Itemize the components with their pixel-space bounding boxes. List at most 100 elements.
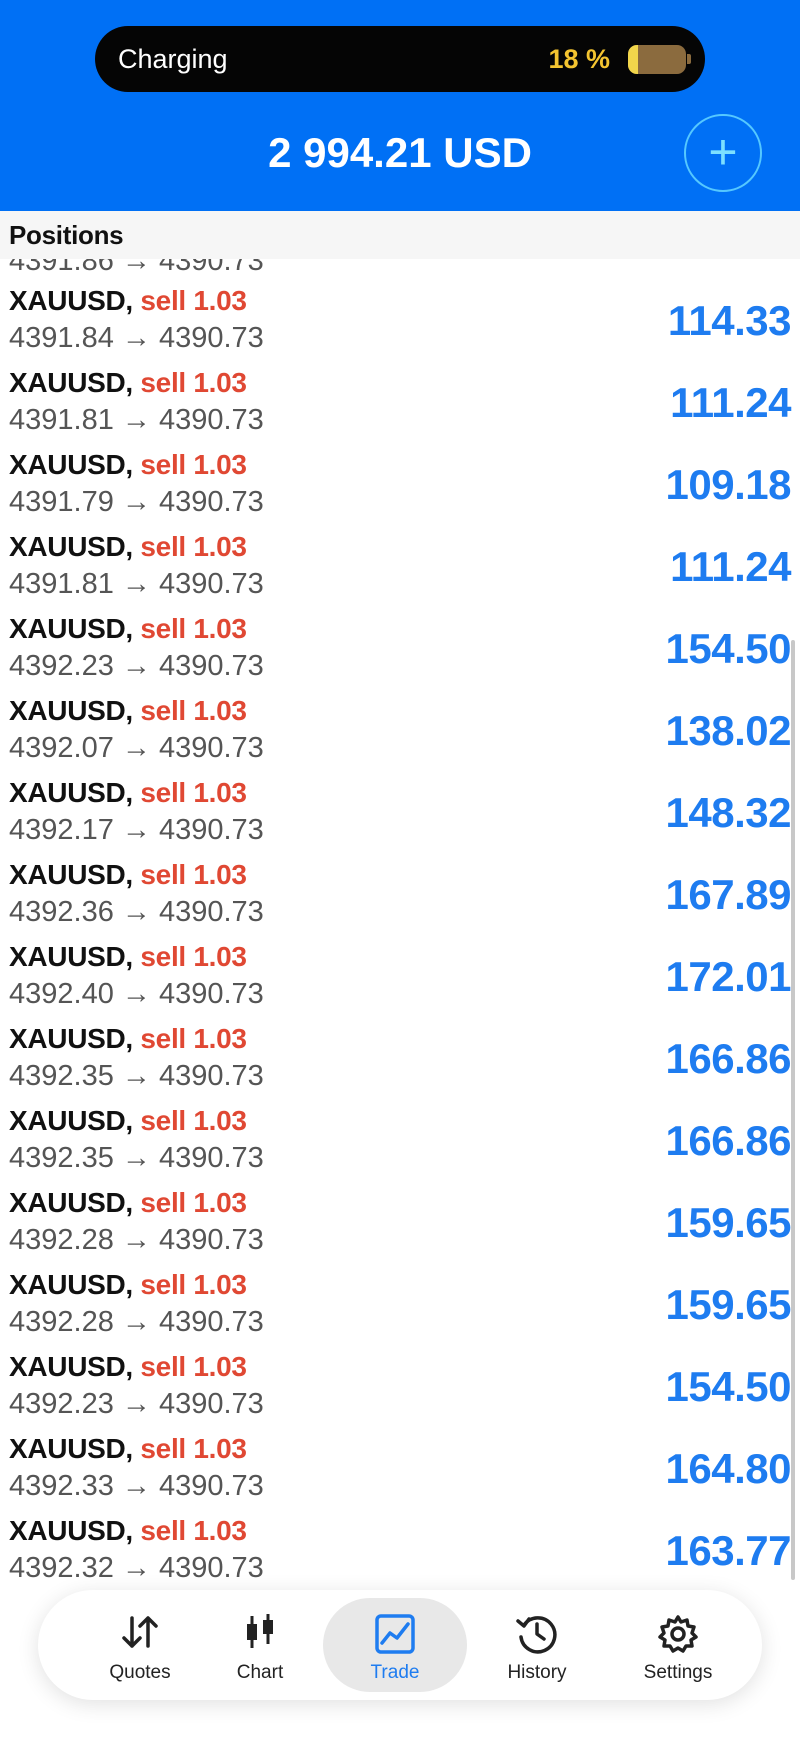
position-row[interactable]: XAUUSD, sell 1.03 4392.32 → 4390.73 163.77 <box>0 1511 800 1584</box>
position-prices: 4391.84 → 4390.73 <box>9 322 264 355</box>
position-title: XAUUSD, sell 1.03 <box>9 695 247 727</box>
position-row[interactable]: XAUUSD, sell 1.03 4392.17 → 4390.73 148.32 <box>0 773 800 855</box>
position-direction: sell <box>140 1187 186 1218</box>
open-price: 4392.35 <box>9 1060 114 1092</box>
arrow-icon: → <box>121 322 151 354</box>
position-title: XAUUSD, sell 1.03 <box>9 367 247 399</box>
current-price: 4390.73 <box>158 404 264 436</box>
open-price: 4392.32 <box>9 1552 114 1584</box>
position-symbol: XAUUSD, <box>9 777 133 808</box>
arrow-icon: → <box>121 568 151 600</box>
position-profit: 159.65 <box>665 1281 792 1328</box>
account-balance: 2 994.21 USD <box>268 129 532 176</box>
current-price: 4390.73 <box>158 896 264 928</box>
position-title: XAUUSD, sell 1.03 <box>9 941 247 973</box>
position-volume: 1.03 <box>193 1187 247 1218</box>
position-profit: 138.02 <box>665 707 792 754</box>
position-title: XAUUSD, sell 1.03 <box>9 1187 247 1219</box>
position-symbol: XAUUSD, <box>9 1269 133 1300</box>
tab-settings[interactable]: Settings <box>606 1590 750 1700</box>
position-row[interactable]: XAUUSD, sell 1.03 4391.81 → 4390.73 111.24 <box>0 527 800 609</box>
arrow-icon: → <box>121 1388 151 1420</box>
new-order-button[interactable]: + <box>684 114 762 192</box>
position-volume: 1.03 <box>193 859 247 890</box>
open-price: 4392.40 <box>9 978 114 1010</box>
position-row[interactable]: XAUUSD, sell 1.03 4391.81 → 4390.73 111.24 <box>0 363 800 445</box>
position-prices: 4392.36 → 4390.73 <box>9 896 264 929</box>
position-direction: sell <box>140 1515 186 1546</box>
position-volume: 1.03 <box>193 777 247 808</box>
position-direction: sell <box>140 1433 186 1464</box>
position-row[interactable]: XAUUSD, sell 1.03 4392.36 → 4390.73 167.89 <box>0 855 800 937</box>
position-prices: 4391.79 → 4390.73 <box>9 486 264 519</box>
position-profit: 164.80 <box>665 1445 792 1492</box>
position-symbol: XAUUSD, <box>9 367 133 398</box>
position-row[interactable]: XAUUSD, sell 1.03 4392.35 → 4390.73 166.86 <box>0 1101 800 1183</box>
current-price: 4390.73 <box>158 732 264 764</box>
position-row[interactable]: XAUUSD, sell 1.03 4391.84 → 4390.73 114.33 <box>0 281 800 363</box>
gear-icon <box>658 1615 698 1653</box>
arrow-icon: → <box>121 732 151 764</box>
position-row[interactable]: XAUUSD, sell 1.03 4391.79 → 4390.73 109.18 <box>0 445 800 527</box>
position-direction: sell <box>140 941 186 972</box>
charging-label: Charging <box>118 44 228 74</box>
position-profit: 163.77 <box>665 1527 792 1574</box>
current-price: 4390.73 <box>158 1060 264 1092</box>
position-title: XAUUSD, sell 1.03 <box>9 285 247 317</box>
arrow-icon: → <box>121 1470 151 1502</box>
position-row[interactable]: XAUUSD, sell 1.03 4392.28 → 4390.73 159.65 <box>0 1265 800 1347</box>
open-price: 4392.35 <box>9 1142 114 1174</box>
position-prices: 4392.35 → 4390.73 <box>9 1060 264 1093</box>
position-prices: 4391.81 → 4390.73 <box>9 568 264 601</box>
positions-list[interactable]: 4391.86 → 4390.73 XAUUSD, sell 1.03 4391.… <box>0 259 800 1584</box>
position-direction: sell <box>140 859 186 890</box>
scrollbar[interactable] <box>791 640 795 1580</box>
arrow-icon: → <box>121 814 151 846</box>
tab-history[interactable]: History <box>465 1590 609 1700</box>
position-profit: 109.18 <box>665 461 792 508</box>
arrow-icon: → <box>121 978 151 1010</box>
position-row[interactable]: XAUUSD, sell 1.03 4392.23 → 4390.73 154.50 <box>0 1347 800 1429</box>
position-prices: 4392.17 → 4390.73 <box>9 814 264 847</box>
arrow-icon: → <box>121 1142 151 1174</box>
position-row[interactable]: XAUUSD, sell 1.03 4392.28 → 4390.73 159.65 <box>0 1183 800 1265</box>
position-direction: sell <box>140 1269 186 1300</box>
arrow-icon: → <box>121 650 151 682</box>
arrow-icon: → <box>121 1060 151 1092</box>
current-price: 4390.73 <box>158 1306 264 1338</box>
position-symbol: XAUUSD, <box>9 1351 133 1382</box>
position-profit: 166.86 <box>665 1035 792 1082</box>
position-row[interactable]: XAUUSD, sell 1.03 4392.23 → 4390.73 154.50 <box>0 609 800 691</box>
tab-chart[interactable]: Chart <box>188 1590 332 1700</box>
position-profit: 172.01 <box>665 953 792 1000</box>
arrow-icon: → <box>121 486 151 518</box>
position-title: XAUUSD, sell 1.03 <box>9 1105 247 1137</box>
position-volume: 1.03 <box>193 285 247 316</box>
position-symbol: XAUUSD, <box>9 449 133 480</box>
position-volume: 1.03 <box>193 613 247 644</box>
position-prices: 4392.35 → 4390.73 <box>9 1142 264 1175</box>
position-title: XAUUSD, sell 1.03 <box>9 859 247 891</box>
position-title: XAUUSD, sell 1.03 <box>9 1515 247 1547</box>
position-symbol: XAUUSD, <box>9 531 133 562</box>
open-price: 4392.07 <box>9 732 114 764</box>
position-prices: 4392.32 → 4390.73 <box>9 1552 264 1584</box>
trade-chart-icon <box>375 1614 415 1654</box>
battery-tip <box>687 54 691 64</box>
position-row[interactable]: XAUUSD, sell 1.03 4392.07 → 4390.73 138.02 <box>0 691 800 773</box>
position-prices: 4392.33 → 4390.73 <box>9 1470 264 1503</box>
position-row[interactable]: XAUUSD, sell 1.03 4392.33 → 4390.73 164.80 <box>0 1429 800 1511</box>
open-price: 4392.23 <box>9 650 114 682</box>
current-price: 4390.73 <box>158 322 264 354</box>
current-price: 4390.73 <box>158 1224 264 1256</box>
position-prices: 4392.23 → 4390.73 <box>9 650 264 683</box>
position-symbol: XAUUSD, <box>9 613 133 644</box>
position-row[interactable]: XAUUSD, sell 1.03 4392.35 → 4390.73 166.86 <box>0 1019 800 1101</box>
position-row[interactable]: XAUUSD, sell 1.03 4392.40 → 4390.73 172.01 <box>0 937 800 1019</box>
position-title: XAUUSD, sell 1.03 <box>9 1023 247 1055</box>
position-volume: 1.03 <box>193 367 247 398</box>
history-clock-icon <box>516 1616 557 1654</box>
tab-trade[interactable]: Trade <box>323 1598 467 1692</box>
position-profit: 111.24 <box>670 379 791 426</box>
tab-label: Chart <box>236 1662 284 1683</box>
